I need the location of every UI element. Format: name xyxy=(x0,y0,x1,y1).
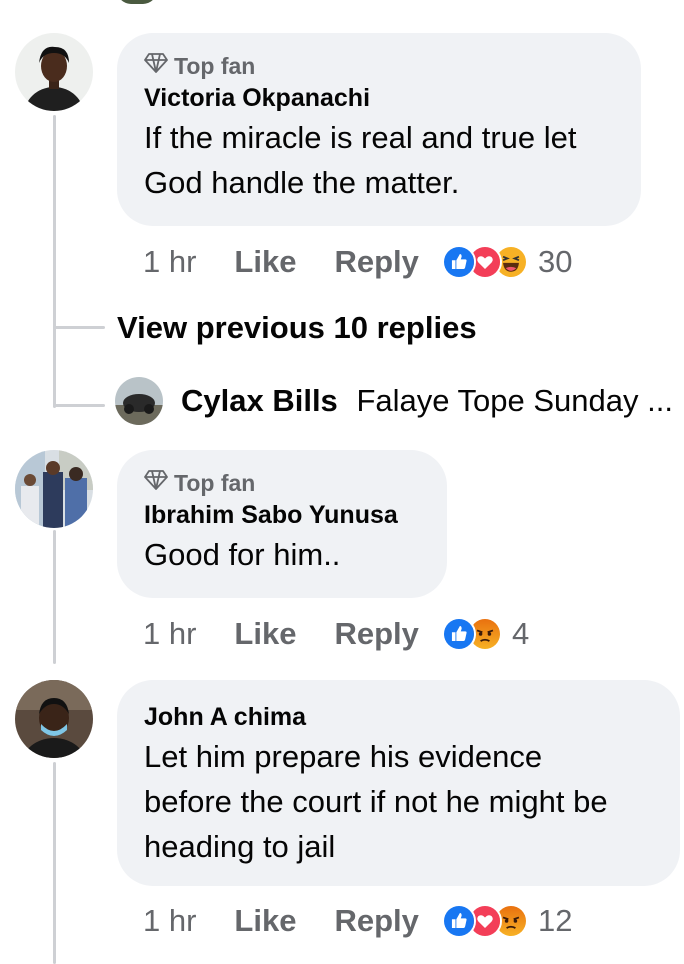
avatar[interactable] xyxy=(15,450,93,528)
like-button[interactable]: Like xyxy=(234,244,296,280)
like-icon xyxy=(442,245,476,279)
comment-bubble: John A chima Let him prepare his evidenc… xyxy=(117,680,680,886)
like-button[interactable]: Like xyxy=(234,903,296,939)
comment-line: If the miracle is real and true let xyxy=(144,120,577,155)
like-icon xyxy=(442,904,476,938)
diamond-icon xyxy=(144,52,168,80)
reaction-count: 30 xyxy=(538,244,573,279)
comment-text: Let him prepare his evidence before the … xyxy=(144,734,652,869)
previous-avatar-clip xyxy=(117,0,157,4)
comment-line: God handle the matter. xyxy=(144,165,460,200)
reply-button[interactable]: Reply xyxy=(334,903,418,939)
like-icon xyxy=(442,617,476,651)
reactions-summary[interactable]: 30 xyxy=(442,240,572,284)
thread-line xyxy=(53,530,56,664)
diamond-icon xyxy=(144,469,168,497)
reply-preview[interactable]: Cylax Bills Falaye Tope Sunday ... xyxy=(181,383,673,419)
like-button[interactable]: Like xyxy=(234,616,296,652)
comment-text: Good for him.. xyxy=(144,532,419,577)
comment-time[interactable]: 1 hr xyxy=(143,244,196,280)
comment-actions: 1 hr Like Reply xyxy=(143,612,419,656)
view-previous-replies-link[interactable]: View previous 10 replies xyxy=(117,310,477,346)
badge-label: Top fan xyxy=(174,469,256,496)
comment-time[interactable]: 1 hr xyxy=(143,616,196,652)
avatar[interactable] xyxy=(15,680,93,758)
badge-label: Top fan xyxy=(174,52,256,79)
comment-actions: 1 hr Like Reply xyxy=(143,899,419,943)
avatar[interactable] xyxy=(115,377,163,425)
thread-line xyxy=(53,762,56,964)
comment-line: before the court if not he might be xyxy=(144,784,608,819)
top-fan-badge: Top fan xyxy=(144,468,419,498)
comment-bubble: Top fan Victoria Okpanachi If the miracl… xyxy=(117,33,641,226)
comment-author[interactable]: John A chima xyxy=(144,700,652,734)
comment-line: Let him prepare his evidence xyxy=(144,739,543,774)
reactions-summary[interactable]: 12 xyxy=(442,899,572,943)
thread-line xyxy=(53,115,56,408)
comment-time[interactable]: 1 hr xyxy=(143,903,196,939)
thread-branch xyxy=(53,326,105,329)
reaction-count: 12 xyxy=(538,903,573,938)
reply-author[interactable]: Cylax Bills xyxy=(181,383,338,418)
reply-text: Falaye Tope Sunday ... xyxy=(356,383,673,418)
comment-text: If the miracle is real and true let God … xyxy=(144,115,613,205)
reply-button[interactable]: Reply xyxy=(334,616,418,652)
top-fan-badge: Top fan xyxy=(144,51,613,81)
comment-line: Good for him.. xyxy=(144,537,341,572)
thread-branch xyxy=(53,404,105,407)
reactions-summary[interactable]: 4 xyxy=(442,612,529,656)
comment-line: heading to jail xyxy=(144,829,336,864)
avatar[interactable] xyxy=(15,33,93,111)
reply-button[interactable]: Reply xyxy=(334,244,418,280)
comment-bubble: Top fan Ibrahim Sabo Yunusa Good for him… xyxy=(117,450,447,598)
reaction-count: 4 xyxy=(512,616,530,651)
comment-actions: 1 hr Like Reply xyxy=(143,240,419,284)
comment-author[interactable]: Ibrahim Sabo Yunusa xyxy=(144,498,419,532)
comment-author[interactable]: Victoria Okpanachi xyxy=(144,81,613,115)
